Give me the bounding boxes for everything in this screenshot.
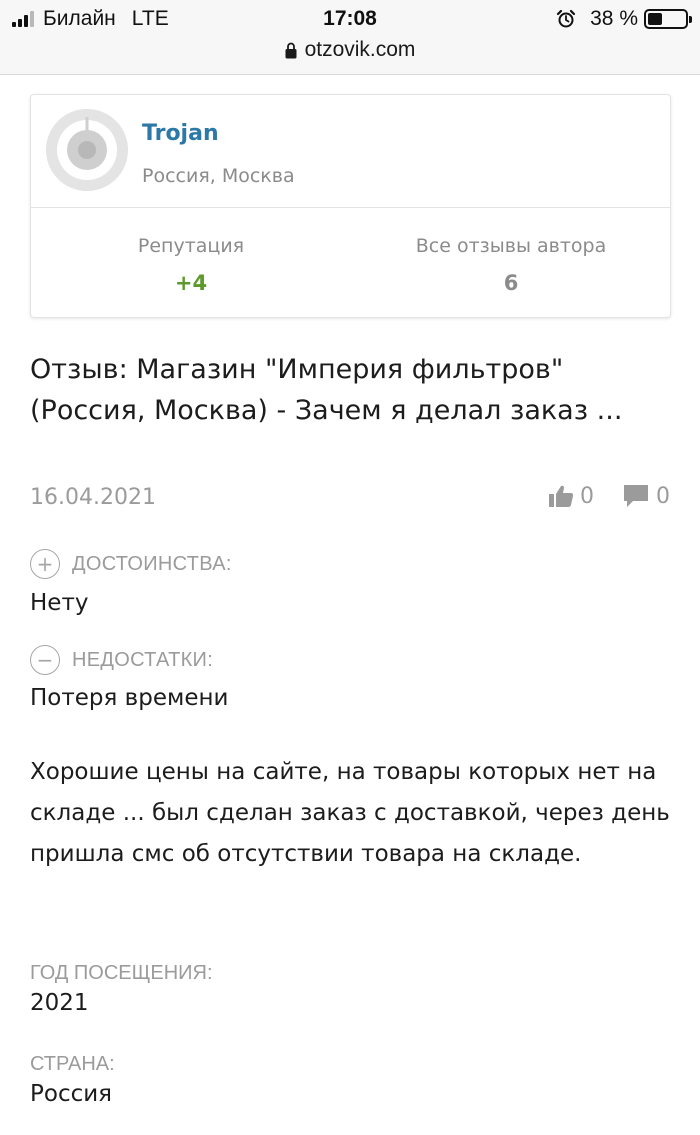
visit-year-value: 2021 — [30, 990, 89, 1016]
cons-value: Потеря времени — [30, 685, 229, 711]
alarm-icon — [557, 9, 576, 28]
battery-level — [648, 13, 662, 25]
author-card: Trojan Россия, Москва Репутация +4 Все о… — [30, 94, 671, 318]
visit-year-label: ГОД ПОСЕЩЕНИЯ: — [30, 962, 213, 984]
comments-button[interactable]: 0 — [622, 483, 670, 509]
url-text[interactable]: otzovik.com — [305, 38, 416, 62]
reputation-value: +4 — [174, 271, 208, 295]
review-text: Хорошие цены на сайте, на товары которых… — [30, 759, 670, 867]
cons-label: НЕДОСТАТКИ: — [72, 648, 214, 671]
cons-heading: − НЕДОСТАТКИ: — [30, 645, 213, 675]
country-label: СТРАНА: — [30, 1053, 115, 1075]
review-counters: 0 0 — [548, 483, 670, 509]
pros-label: ДОСТОИНСТВА: — [72, 552, 232, 575]
lock-icon — [285, 42, 297, 58]
battery-icon — [644, 9, 692, 29]
thumbs-up-icon — [549, 485, 574, 507]
pros-value: Нету — [30, 590, 89, 616]
comment-icon — [624, 485, 648, 507]
browser-top-bar: Билайн LTE 17:08 38 % otzovik.com — [0, 0, 700, 75]
country-value: Россия — [30, 1081, 113, 1107]
reputation-stat: Репутация +4 — [31, 235, 351, 295]
review-title: Отзыв: Магазин "Империя фильтров" (Росси… — [30, 354, 623, 426]
author-name-link[interactable]: Trojan — [142, 121, 219, 146]
status-bar-right: 38 % — [556, 6, 692, 32]
review-date: 16.04.2021 — [30, 485, 156, 510]
battery-percent: 38 % — [590, 7, 638, 30]
comments-count: 0 — [656, 483, 670, 509]
minus-circle-icon: − — [30, 645, 60, 675]
card-divider — [31, 207, 670, 208]
pros-heading: + ДОСТОИНСТВА: — [30, 549, 232, 579]
reputation-label: Репутация — [137, 235, 245, 257]
address-bar[interactable]: otzovik.com — [0, 36, 700, 64]
avatar[interactable] — [46, 109, 128, 191]
like-button[interactable]: 0 — [548, 484, 594, 509]
plus-circle-icon: + — [30, 549, 60, 579]
author-reviews-label[interactable]: Все отзывы автора — [351, 235, 671, 257]
author-location: Россия, Москва — [142, 165, 295, 187]
author-reviews-stat[interactable]: Все отзывы автора 6 — [351, 235, 671, 295]
author-reviews-count[interactable]: 6 — [351, 271, 671, 295]
likes-count: 0 — [580, 483, 594, 509]
